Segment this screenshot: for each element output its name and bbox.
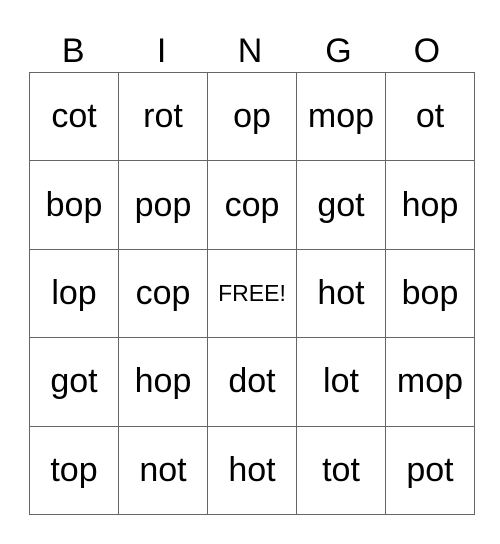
bingo-cell[interactable]: rot — [118, 71, 208, 162]
bingo-cell[interactable]: lot — [296, 337, 386, 427]
bingo-cell[interactable]: pop — [118, 160, 208, 250]
board-row: got hop dot lot mop — [29, 337, 475, 427]
bingo-cell[interactable]: hop — [118, 337, 208, 427]
bingo-cell[interactable]: tot — [296, 425, 386, 516]
bingo-cell[interactable]: got — [296, 160, 386, 250]
header-letter-b: B — [61, 32, 85, 70]
bingo-cell[interactable]: cop — [118, 248, 208, 339]
bingo-cell[interactable]: bop — [385, 248, 475, 339]
bingo-cell[interactable]: hot — [207, 425, 297, 516]
bingo-cell[interactable]: cop — [207, 160, 297, 250]
bingo-board: cot rot op mop ot bop pop cop got hop lop cop FREE! h… — [29, 71, 475, 516]
bingo-cell[interactable]: op — [207, 71, 297, 162]
board-row: cot rot op mop ot — [29, 71, 475, 162]
bingo-cell[interactable]: mop — [385, 337, 475, 427]
bingo-cell[interactable]: not — [118, 425, 208, 516]
bingo-cell[interactable]: got — [29, 337, 119, 427]
header-letter-n: N — [237, 32, 263, 70]
free-space-cell[interactable]: FREE! — [207, 248, 297, 339]
bingo-cell[interactable]: mop — [296, 71, 386, 162]
bingo-cell[interactable]: dot — [207, 337, 297, 427]
bingo-cell[interactable]: top — [29, 425, 119, 516]
header-letter-o: O — [413, 32, 441, 70]
header-letter-i: I — [156, 32, 167, 70]
bingo-cell[interactable]: hop — [385, 160, 475, 250]
bingo-cell[interactable]: ot — [385, 71, 475, 162]
bingo-cell[interactable]: hot — [296, 248, 386, 339]
bingo-cell[interactable]: lop — [29, 248, 119, 339]
board-row: top not hot tot pot — [29, 425, 475, 516]
bingo-cell[interactable]: pot — [385, 425, 475, 516]
header-letter-g: G — [325, 32, 352, 70]
bingo-cell[interactable]: cot — [29, 71, 119, 162]
bingo-cell[interactable]: bop — [29, 160, 119, 250]
bingo-header: B I N G O — [29, 30, 471, 72]
board-row: lop cop FREE! hot bop — [29, 248, 475, 339]
board-row: bop pop cop got hop — [29, 160, 475, 250]
